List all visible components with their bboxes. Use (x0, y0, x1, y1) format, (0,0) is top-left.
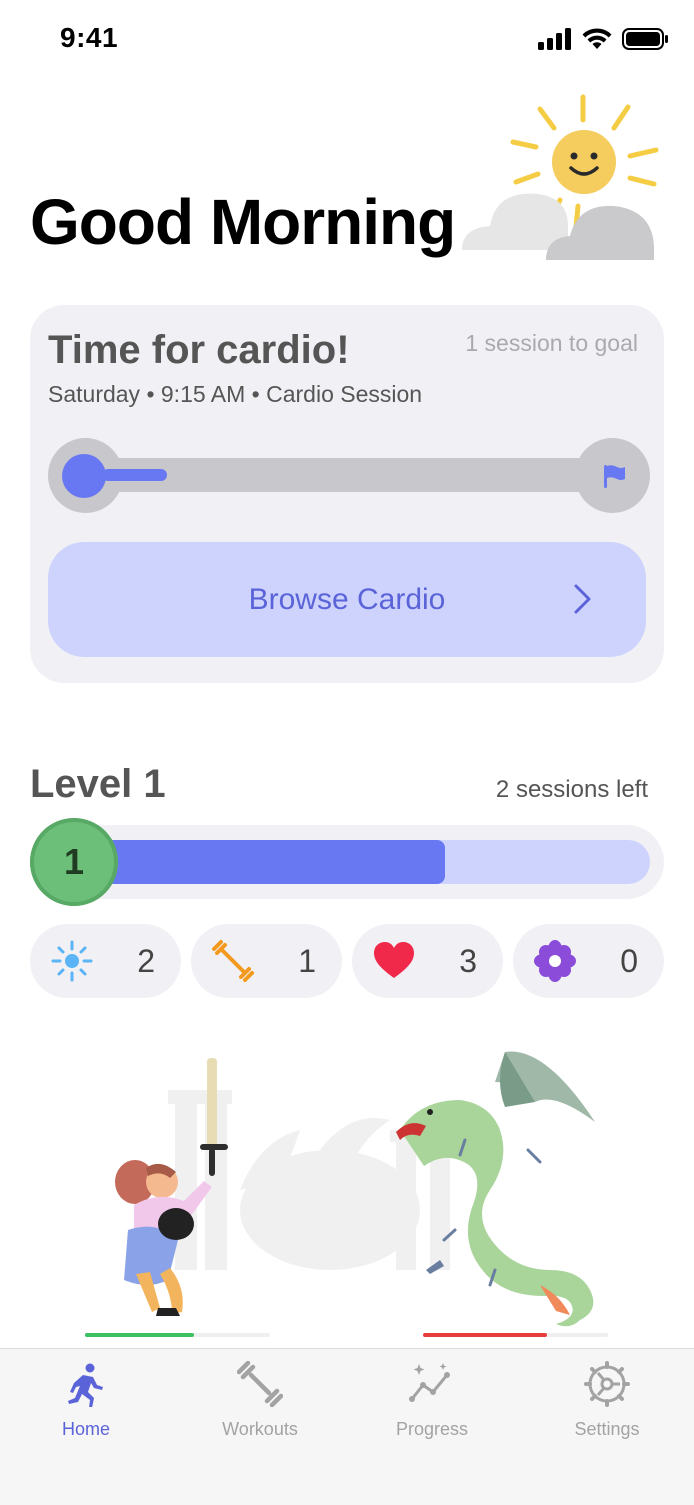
dumbbell-icon (212, 940, 254, 982)
tab-progress[interactable]: Progress (362, 1361, 502, 1451)
dragon-health-bar (423, 1333, 547, 1337)
heart-icon (374, 942, 414, 978)
chart-sparkle-icon (409, 1363, 450, 1402)
goal-progress-knob (62, 454, 106, 498)
status-time: 9:41 (60, 22, 119, 53)
sun-cloud-illustration (462, 94, 659, 260)
goal-title: Time for cardio! (48, 328, 350, 372)
tab-workouts[interactable]: Workouts (190, 1361, 330, 1451)
dragon-character (396, 1051, 595, 1327)
goal-progress-fill (102, 469, 167, 481)
tab-label: Settings (574, 1419, 640, 1439)
signal-icon (538, 28, 571, 50)
sparkle-icon (51, 940, 93, 982)
level-badge: 1 (30, 818, 118, 906)
level-title: Level 1 (30, 762, 166, 806)
battle-scene-illustration (115, 1051, 595, 1327)
stat-value: 2 (137, 943, 155, 979)
status-icons (538, 28, 668, 50)
tab-label: Progress (395, 1419, 469, 1439)
flower-icon (534, 940, 576, 982)
dumbbell-icon (237, 1361, 283, 1407)
tab-bar: Home Workouts Progress Settings (0, 1348, 694, 1505)
goal-progress-track (48, 438, 650, 513)
browse-cardio-label: Browse Cardio (248, 582, 446, 616)
stat-value: 0 (620, 943, 638, 979)
battery-icon (622, 28, 668, 50)
tab-label: Workouts (222, 1419, 298, 1439)
chevron-right-icon (574, 584, 591, 614)
tab-home[interactable]: Home (16, 1361, 156, 1451)
level-sessions-left: 2 sessions left (495, 776, 648, 803)
stat-strength: 1 (191, 924, 342, 998)
hero-health-bar (85, 1333, 194, 1337)
stat-value: 3 (459, 943, 477, 979)
goal-remaining: 1 session to goal (465, 330, 638, 356)
stat-heart: 3 (352, 924, 503, 998)
gear-icon (584, 1361, 630, 1407)
goal-subtitle: Saturday • 9:15 AM • Cardio Session (48, 381, 423, 407)
stat-value: 1 (298, 943, 316, 979)
stat-flower: 0 (513, 924, 664, 998)
level-badge-number: 1 (63, 841, 85, 882)
greeting-title: Good Morning (30, 186, 456, 258)
stat-sparkle: 2 (30, 924, 181, 998)
runner-icon (68, 1363, 103, 1407)
browse-cardio-button[interactable]: Browse Cardio (48, 542, 646, 657)
tab-settings[interactable]: Settings (537, 1361, 677, 1451)
wifi-icon (582, 28, 612, 49)
flag-icon (604, 465, 625, 488)
tab-label: Home (61, 1419, 110, 1439)
